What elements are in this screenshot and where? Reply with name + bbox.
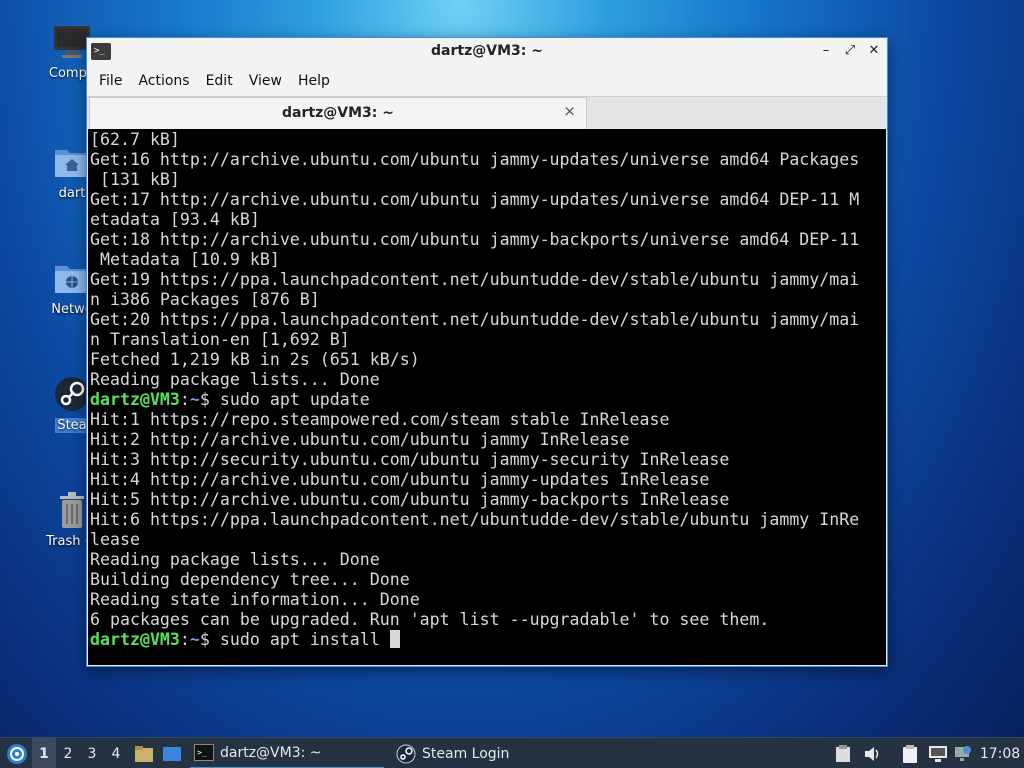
task-terminal[interactable]: >_ dartz@VM3: ~ — [190, 738, 384, 768]
prompt-user: dartz@VM3 — [90, 630, 180, 649]
show-desktop-button[interactable] — [160, 738, 184, 768]
task-label: Steam Login — [422, 745, 510, 762]
terminal-line: Reading package lists... Done — [90, 550, 380, 569]
terminal-prompt[interactable]: dartz@VM3:~$ sudo apt install — [90, 630, 884, 650]
terminal-line: Hit:4 http://archive.ubuntu.com/ubuntu j… — [90, 470, 710, 489]
terminal-line: Hit:2 http://archive.ubuntu.com/ubuntu j… — [90, 430, 630, 449]
terminal-icon: >_ — [194, 744, 214, 761]
tab-title: dartz@VM3: ~ — [282, 105, 394, 121]
minimize-button[interactable]: – — [817, 42, 835, 60]
window-titlebar[interactable]: >_ dartz@VM3: ~ – ⤢ ✕ — [87, 38, 887, 66]
terminal-line: lease — [90, 530, 140, 549]
terminal-line: [131 kB] — [90, 170, 180, 189]
taskbar: 1 2 3 4 >_ dartz@VM3: ~ Steam Login 17:0… — [0, 737, 1024, 768]
steam-icon — [396, 744, 416, 763]
terminal-line: Reading state information... Done — [90, 590, 420, 609]
terminal-line: 6 packages can be upgraded. Run 'apt lis… — [90, 610, 770, 629]
prompt-user: dartz@VM3 — [90, 390, 180, 409]
workspace-3[interactable]: 3 — [80, 738, 104, 768]
prompt-separator: : — [179, 390, 190, 409]
tab-close-icon[interactable]: × — [563, 102, 576, 120]
text-cursor — [389, 630, 400, 648]
terminal-line: Hit:5 http://archive.ubuntu.com/ubuntu j… — [90, 490, 730, 509]
tab-bar: dartz@VM3: ~ × — [87, 96, 887, 129]
workspace-4[interactable]: 4 — [104, 738, 128, 768]
terminal-line: Building dependency tree... Done — [90, 570, 410, 589]
notes-tray[interactable] — [898, 738, 922, 768]
terminal-line: Get:20 https://ppa.launchpadcontent.net/… — [90, 310, 860, 329]
lubuntu-logo-icon — [7, 743, 27, 764]
terminal-window[interactable]: >_ dartz@VM3: ~ – ⤢ ✕ File Actions Edit … — [86, 37, 888, 667]
terminal-line: Get:16 http://archive.ubuntu.com/ubuntu … — [90, 150, 860, 169]
terminal-prompt: dartz@VM3:~$ sudo apt update — [90, 390, 884, 410]
terminal-line: etadata [93.4 kB] — [90, 210, 260, 229]
file-manager-icon — [135, 745, 153, 762]
menu-bar: File Actions Edit View Help — [87, 66, 887, 96]
display-tray[interactable] — [926, 738, 950, 768]
workspace-2[interactable]: 2 — [56, 738, 80, 768]
terminal-line: Get:17 http://archive.ubuntu.com/ubuntu … — [90, 190, 860, 209]
tab-terminal[interactable]: dartz@VM3: ~ × — [89, 97, 587, 129]
desktop-icon — [163, 746, 181, 761]
desktop-icon-label: Stea — [55, 418, 89, 433]
terminal-line: Hit:1 https://repo.steampowered.com/stea… — [90, 410, 670, 429]
terminal-line: Hit:3 http://security.ubuntu.com/ubuntu … — [90, 450, 730, 469]
network-icon — [955, 745, 971, 761]
menu-edit[interactable]: Edit — [198, 66, 241, 96]
terminal-output[interactable]: [62.7 kB] Get:16 http://archive.ubuntu.c… — [88, 129, 886, 665]
clipboard-manager-icon — [903, 744, 917, 763]
clock[interactable]: 17:08 — [978, 738, 1022, 768]
volume-icon — [865, 746, 879, 761]
prompt-command: $ sudo apt update — [199, 390, 370, 409]
task-label: dartz@VM3: ~ — [220, 744, 322, 761]
close-button[interactable]: ✕ — [865, 42, 883, 60]
menu-actions[interactable]: Actions — [130, 66, 197, 96]
monitor-icon — [929, 745, 947, 762]
volume-tray[interactable] — [860, 738, 884, 768]
app-menu-button[interactable] — [4, 738, 30, 768]
prompt-path: ~ — [189, 390, 200, 409]
terminal-line: Hit:6 https://ppa.launchpadcontent.net/u… — [90, 510, 860, 529]
task-steam-login[interactable]: Steam Login — [392, 738, 572, 768]
menu-view[interactable]: View — [241, 66, 290, 96]
menu-file[interactable]: File — [91, 66, 130, 96]
prompt-path: ~ — [189, 630, 200, 649]
terminal-line: Metadata [10.9 kB] — [90, 250, 280, 269]
menu-help[interactable]: Help — [290, 66, 338, 96]
terminal-line: n Translation-en [1,692 B] — [90, 330, 350, 349]
clipboard-icon — [836, 744, 850, 762]
prompt-command: $ sudo apt install — [199, 630, 390, 649]
terminal-line: n i386 Packages [876 B] — [90, 290, 320, 309]
clipboard-tray[interactable] — [832, 738, 854, 768]
workspace-1[interactable]: 1 — [32, 738, 56, 768]
terminal-line: [62.7 kB] — [90, 130, 180, 149]
terminal-line: Fetched 1,219 kB in 2s (651 kB/s) — [90, 350, 420, 369]
maximize-button[interactable]: ⤢ — [841, 42, 859, 60]
terminal-line: Reading package lists... Done — [90, 370, 380, 389]
prompt-separator: : — [179, 630, 190, 649]
terminal-line: Get:18 http://archive.ubuntu.com/ubuntu … — [90, 230, 860, 249]
terminal-line: Get:19 https://ppa.launchpadcontent.net/… — [90, 270, 860, 289]
window-title: dartz@VM3: ~ — [431, 43, 543, 59]
network-tray[interactable] — [952, 738, 974, 768]
file-manager-launcher[interactable] — [132, 738, 156, 768]
